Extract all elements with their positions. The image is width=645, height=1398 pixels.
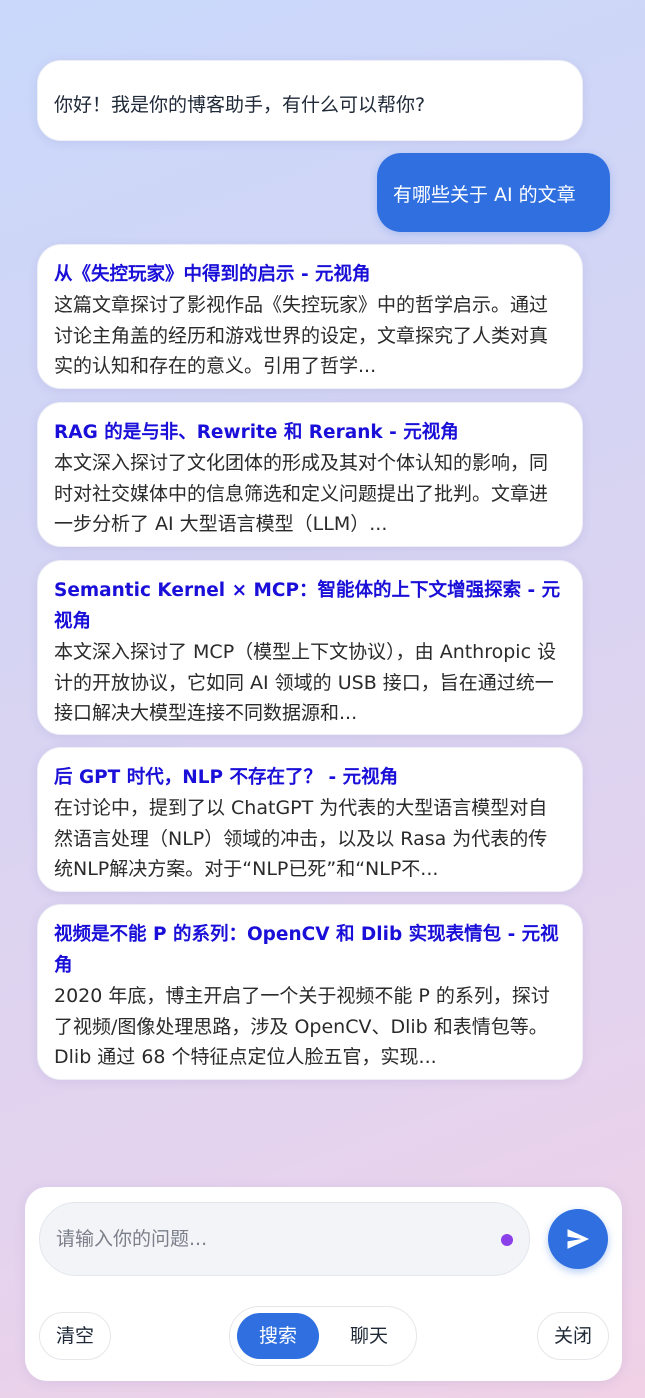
result-description: 本文深入探讨了 MCP（模型上下文协议），由 Anthropic 设计的开放协议… [54,641,557,724]
result-description: 2020 年底，博主开启了一个关于视频不能 P 的系列，探讨了视频/图像处理思路… [54,985,550,1068]
result-title-link[interactable]: 后 GPT 时代，NLP 不存在了？ - 元视角 [54,762,566,793]
mode-search-tab[interactable]: 搜索 [237,1313,319,1359]
clear-button[interactable]: 清空 [39,1312,111,1360]
mode-chat-tab[interactable]: 聊天 [328,1313,410,1359]
result-card[interactable]: 视频是不能 P 的系列：OpenCV 和 Dlib 实现表情包 - 元视角 20… [37,904,583,1080]
send-icon [567,1229,590,1249]
result-title-link[interactable]: RAG 的是与非、Rewrite 和 Rerank - 元视角 [54,417,566,448]
composer-panel: 清空 搜索 聊天 关闭 [25,1187,622,1381]
result-card[interactable]: RAG 的是与非、Rewrite 和 Rerank - 元视角 本文深入探讨了文… [37,402,583,547]
result-description: 本文深入探讨了文化团体的形成及其对个体认知的影响，同时对社交媒体中的信息筛选和定… [54,452,549,535]
send-button[interactable] [548,1209,608,1269]
result-card[interactable]: 后 GPT 时代，NLP 不存在了？ - 元视角 在讨论中，提到了以 ChatG… [37,747,583,892]
status-dot-icon [501,1234,513,1246]
assistant-greeting: 你好！我是你的博客助手，有什么可以帮你? [37,60,583,141]
result-description: 在讨论中，提到了以 ChatGPT 为代表的大型语言模型对自然语言处理（NLP）… [54,797,548,880]
question-input-wrapper [39,1202,530,1276]
result-title-link[interactable]: 视频是不能 P 的系列：OpenCV 和 Dlib 实现表情包 - 元视角 [54,919,566,981]
question-input[interactable] [56,1203,486,1275]
greeting-text: 你好！我是你的博客助手，有什么可以帮你? [54,94,426,116]
user-message-text: 有哪些关于 AI 的文章 [393,184,576,206]
user-message: 有哪些关于 AI 的文章 [377,153,610,232]
result-card[interactable]: Semantic Kernel × MCP：智能体的上下文增强探索 - 元视角 … [37,560,583,735]
close-button[interactable]: 关闭 [537,1312,609,1360]
result-description: 这篇文章探讨了影视作品《失控玩家》中的哲学启示。通过讨论主角盖的经历和游戏世界的… [54,294,549,377]
chat-area: 你好！我是你的博客助手，有什么可以帮你? 有哪些关于 AI 的文章 从《失控玩家… [0,0,645,1180]
result-card[interactable]: 从《失控玩家》中得到的启示 - 元视角 这篇文章探讨了影视作品《失控玩家》中的哲… [37,244,583,389]
result-title-link[interactable]: Semantic Kernel × MCP：智能体的上下文增强探索 - 元视角 [54,575,566,637]
mode-toggle: 搜索 聊天 [229,1306,417,1366]
result-title-link[interactable]: 从《失控玩家》中得到的启示 - 元视角 [54,259,566,290]
